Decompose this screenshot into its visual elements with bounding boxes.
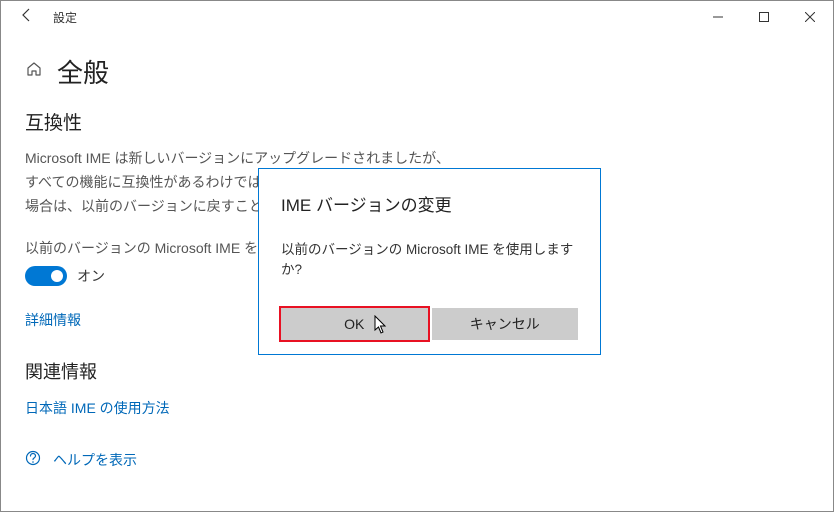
cancel-button[interactable]: キャンセル — [432, 308, 579, 340]
section-heading-related: 関連情報 — [25, 358, 809, 384]
page-title: 全般 — [57, 53, 109, 90]
dialog-title: IME バージョンの変更 — [281, 191, 578, 216]
window-title: 設定 — [53, 9, 77, 26]
page-header: 全般 — [25, 53, 809, 90]
toggle-knob — [51, 270, 63, 282]
related-link[interactable]: 日本語 IME の使用方法 — [25, 398, 809, 418]
home-icon[interactable] — [25, 60, 43, 83]
close-button[interactable] — [787, 1, 833, 33]
dialog-message: 以前のバージョンの Microsoft IME を使用しますか? — [281, 238, 578, 278]
ok-button[interactable]: OK — [281, 308, 428, 340]
toggle-switch[interactable] — [25, 266, 67, 286]
help-row[interactable]: ヘルプを表示 — [25, 450, 809, 470]
help-icon — [25, 450, 41, 470]
confirmation-dialog: IME バージョンの変更 以前のバージョンの Microsoft IME を使用… — [258, 168, 601, 355]
toggle-state: オン — [77, 266, 105, 286]
help-link: ヘルプを表示 — [53, 450, 137, 470]
dialog-buttons: OK キャンセル — [281, 308, 578, 340]
back-button[interactable] — [9, 7, 45, 28]
section-heading-compat: 互換性 — [25, 108, 809, 135]
maximize-button[interactable] — [741, 1, 787, 33]
minimize-button[interactable] — [695, 1, 741, 33]
window-controls — [695, 1, 833, 33]
